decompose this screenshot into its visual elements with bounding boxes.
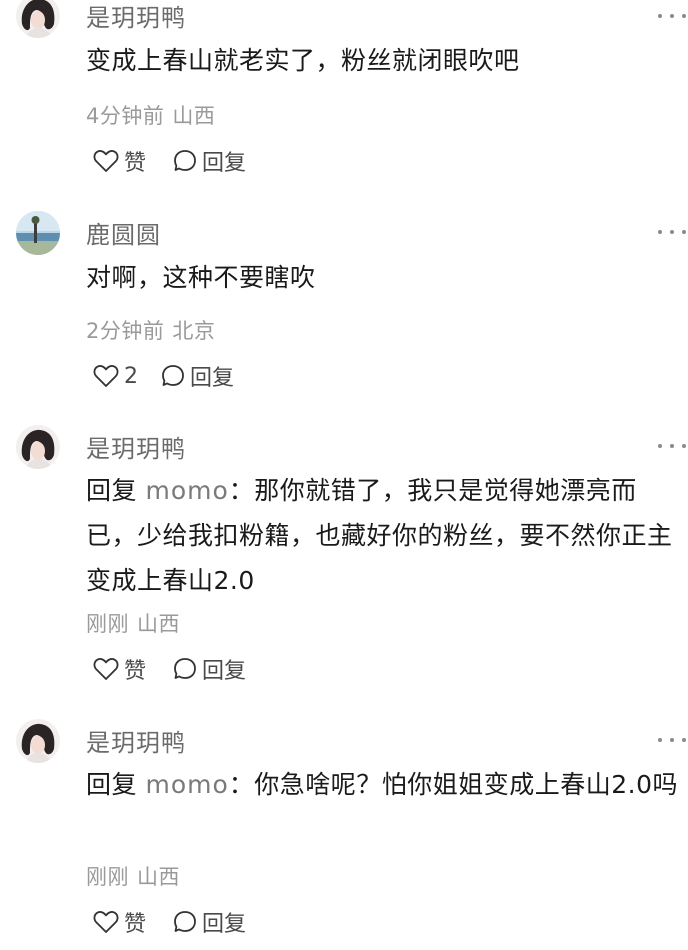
avatar[interactable]: [16, 425, 60, 469]
like-label: 赞: [124, 659, 147, 684]
more-options-icon[interactable]: [658, 6, 686, 26]
comment-actions: 赞 回复: [92, 907, 246, 937]
comment-time: 2分钟前: [86, 319, 165, 343]
comment-location: 山西: [137, 612, 180, 636]
more-options-icon[interactable]: [658, 222, 686, 242]
reply-label: 回复: [190, 366, 235, 391]
speech-bubble-icon: [162, 365, 184, 386]
comment-actions: 2 回复: [92, 361, 234, 391]
avatar[interactable]: [16, 211, 60, 255]
like-button[interactable]: 赞: [92, 653, 146, 685]
comment-time: 刚刚: [86, 865, 129, 889]
comment-location: 北京: [172, 319, 216, 343]
like-label: 赞: [124, 912, 147, 937]
reply-prefix: 回复: [86, 770, 138, 799]
like-count: 2: [124, 363, 138, 389]
comment-actions: 赞 回复: [92, 146, 246, 176]
comment-actions: 赞 回复: [92, 654, 246, 684]
reply-target-user[interactable]: momo: [145, 770, 228, 799]
reply-button[interactable]: 回复: [172, 145, 246, 177]
heart-icon: [93, 365, 119, 387]
like-label: 赞: [124, 151, 147, 176]
speech-bubble-icon: [174, 150, 196, 171]
reply-label: 回复: [202, 659, 247, 684]
comment-text: 回复 momo：你急啥呢？怕你姐姐变成上春山2.0吗: [86, 762, 686, 807]
more-options-icon[interactable]: [658, 730, 686, 750]
reply-button[interactable]: 回复: [172, 653, 246, 685]
comment-meta: 刚刚 山西: [86, 608, 180, 638]
speech-bubble-icon: [174, 658, 196, 679]
comment-body: 对啊，这种不要瞎吹: [86, 263, 316, 292]
heart-icon: [93, 658, 119, 680]
reply-target-user[interactable]: momo: [145, 476, 228, 505]
comment-meta: 4分钟前 山西: [86, 100, 215, 130]
reply-button[interactable]: 回复: [172, 906, 246, 938]
comment-item: 是玥玥鸭 回复 momo：你急啥呢？怕你姐姐变成上春山2.0吗 刚刚 山西 赞 回…: [0, 716, 688, 950]
comment-text: 对啊，这种不要瞎吹: [86, 255, 686, 300]
more-options-icon[interactable]: [658, 436, 686, 456]
comment-text: 回复 momo：那你就错了，我只是觉得她漂亮而已，少给我扣粉籍，也藏好你的粉丝，…: [86, 468, 686, 603]
reply-label: 回复: [202, 151, 247, 176]
like-button[interactable]: 赞: [92, 906, 146, 938]
comment-text: 变成上春山就老实了，粉丝就闭眼吹吧: [86, 38, 686, 83]
comment-location: 山西: [172, 104, 216, 128]
avatar[interactable]: [16, 719, 60, 763]
comment-item: 鹿圆圆 对啊，这种不要瞎吹 2分钟前 北京 2 回复: [0, 208, 688, 408]
like-button[interactable]: 赞: [92, 145, 146, 177]
comment-location: 山西: [137, 865, 180, 889]
comment-item: 是玥玥鸭 变成上春山就老实了，粉丝就闭眼吹吧 4分钟前 山西 赞 回复: [0, 0, 688, 200]
reply-label: 回复: [202, 912, 247, 937]
reply-prefix: 回复: [86, 476, 138, 505]
comment-username[interactable]: 是玥玥鸭: [86, 0, 186, 33]
comment-time: 刚刚: [86, 612, 129, 636]
speech-bubble-icon: [174, 911, 196, 932]
heart-icon: [93, 150, 119, 172]
comment-username[interactable]: 是玥玥鸭: [86, 429, 186, 464]
comment-meta: 2分钟前 北京: [86, 315, 215, 345]
comment-item: 是玥玥鸭 回复 momo：那你就错了，我只是觉得她漂亮而已，少给我扣粉籍，也藏好…: [0, 422, 688, 712]
reply-button[interactable]: 回复: [160, 360, 234, 392]
like-button[interactable]: 2: [92, 363, 138, 389]
comment-body: ：你急啥呢？怕你姐姐变成上春山2.0吗: [228, 770, 679, 799]
heart-icon: [93, 911, 119, 933]
comment-time: 4分钟前: [86, 104, 165, 128]
comment-username[interactable]: 是玥玥鸭: [86, 723, 186, 758]
avatar[interactable]: [16, 0, 60, 38]
comment-username[interactable]: 鹿圆圆: [86, 215, 161, 250]
comment-body: 变成上春山就老实了，粉丝就闭眼吹吧: [86, 46, 520, 75]
comment-meta: 刚刚 山西: [86, 861, 180, 891]
